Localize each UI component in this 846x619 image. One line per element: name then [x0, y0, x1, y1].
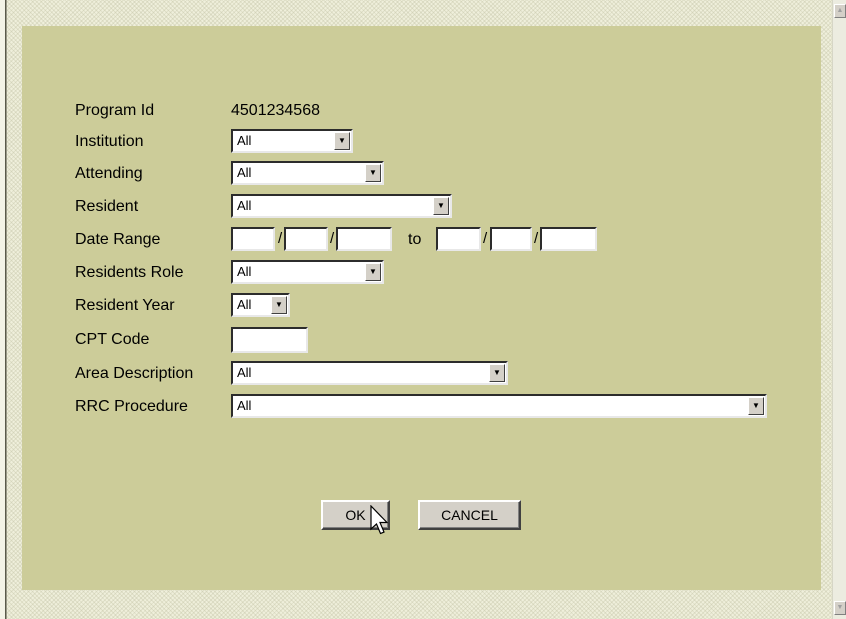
- date-from-day-input[interactable]: [284, 227, 328, 251]
- date-to-label: to: [408, 231, 422, 248]
- cpt-code-label: CPT Code: [75, 331, 150, 348]
- date-separator: /: [330, 230, 335, 247]
- residents-role-selected-value: All: [237, 264, 252, 279]
- program-id-value: 4501234568: [231, 102, 320, 119]
- cpt-code-input[interactable]: [231, 327, 308, 353]
- area-description-select[interactable]: All ▼: [231, 361, 508, 385]
- chevron-down-icon[interactable]: ▼: [365, 164, 381, 182]
- vertical-scrollbar[interactable]: ▲ ▼: [832, 0, 846, 619]
- resident-select[interactable]: All ▼: [231, 194, 452, 218]
- date-to-day-input[interactable]: [490, 227, 532, 251]
- resident-year-select[interactable]: All ▼: [231, 293, 290, 317]
- attending-label: Attending: [75, 165, 143, 182]
- scroll-up-arrow-icon[interactable]: ▲: [834, 4, 846, 18]
- institution-select[interactable]: All ▼: [231, 129, 353, 153]
- area-description-selected-value: All: [237, 365, 252, 380]
- date-from-month-input[interactable]: [231, 227, 275, 251]
- chevron-down-icon[interactable]: ▼: [489, 364, 505, 382]
- chevron-down-icon[interactable]: ▼: [334, 132, 350, 150]
- resident-year-label: Resident Year: [75, 297, 175, 314]
- chevron-down-icon[interactable]: ▼: [748, 397, 764, 415]
- resident-year-selected-value: All: [237, 297, 252, 312]
- rrc-procedure-label: RRC Procedure: [75, 398, 188, 415]
- date-to-month-input[interactable]: [436, 227, 481, 251]
- chevron-down-icon[interactable]: ▼: [365, 263, 381, 281]
- attending-select[interactable]: All ▼: [231, 161, 384, 185]
- residents-role-label: Residents Role: [75, 264, 184, 281]
- institution-selected-value: All: [237, 133, 252, 148]
- resident-selected-value: All: [237, 198, 252, 213]
- cancel-button[interactable]: CANCEL: [418, 500, 521, 530]
- resident-label: Resident: [75, 198, 139, 215]
- mouse-pointer-icon: [370, 505, 389, 535]
- program-id-label: Program Id: [75, 102, 155, 119]
- date-from-year-input[interactable]: [336, 227, 392, 251]
- area-description-label: Area Description: [75, 365, 194, 382]
- scroll-down-arrow-icon[interactable]: ▼: [834, 601, 846, 615]
- window-left-border: [0, 0, 7, 619]
- rrc-procedure-select[interactable]: All ▼: [231, 394, 767, 418]
- institution-label: Institution: [75, 133, 144, 150]
- rrc-procedure-selected-value: All: [237, 398, 252, 413]
- attending-selected-value: All: [237, 165, 252, 180]
- date-separator: /: [534, 230, 539, 247]
- chevron-down-icon[interactable]: ▼: [271, 296, 287, 314]
- date-separator: /: [483, 230, 488, 247]
- date-separator: /: [278, 230, 283, 247]
- date-range-label: Date Range: [75, 231, 161, 248]
- residents-role-select[interactable]: All ▼: [231, 260, 384, 284]
- chevron-down-icon[interactable]: ▼: [433, 197, 449, 215]
- date-to-year-input[interactable]: [540, 227, 597, 251]
